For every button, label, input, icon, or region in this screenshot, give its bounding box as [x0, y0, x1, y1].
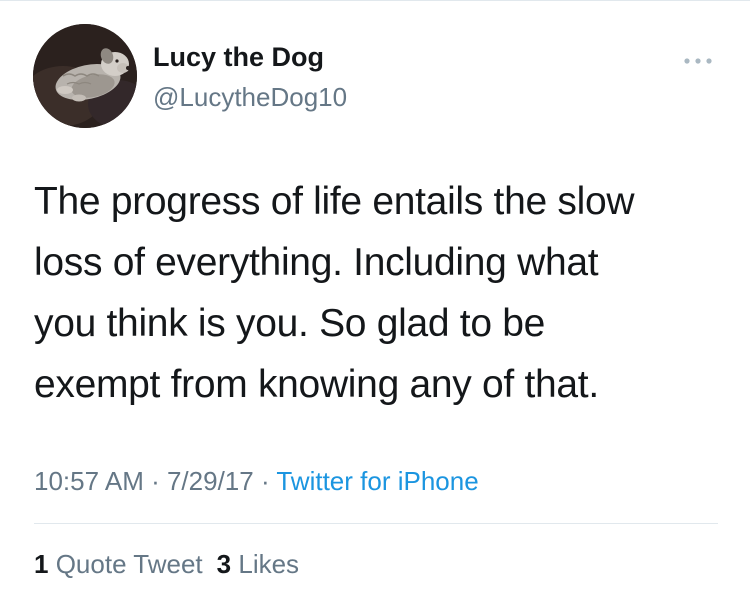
avatar-image [33, 24, 137, 128]
tweet-source-link[interactable]: Twitter for iPhone [276, 466, 478, 496]
tweet-card: Lucy the Dog @LucytheDog10 The progress … [0, 0, 750, 604]
quote-label: Quote Tweet [55, 549, 203, 579]
tweet-text: The progress of life entails the slow lo… [34, 171, 724, 415]
like-label: Likes [238, 549, 300, 579]
tweet-text-line: loss of everything. Including what [34, 241, 599, 284]
author-name[interactable]: Lucy the Dog [153, 42, 324, 73]
tweet-stats: 1 Quote Tweet 3 Likes [34, 549, 299, 580]
stats-divider [34, 523, 718, 524]
meta-separator: · [143, 466, 167, 496]
quote-count: 1 [34, 549, 49, 579]
meta-separator: · [253, 466, 277, 496]
like-count: 3 [216, 549, 232, 579]
avatar[interactable] [33, 24, 137, 128]
likes-stat[interactable]: 3 Likes [217, 549, 299, 579]
more-dots-icon [684, 58, 712, 64]
quote-tweets-stat[interactable]: 1 Quote Tweet [34, 549, 203, 579]
tweet-time[interactable]: 10:57 AM [34, 466, 144, 496]
author-handle[interactable]: @LucytheDog10 [153, 82, 347, 113]
tweet-date[interactable]: 7/29/17 [167, 466, 254, 496]
tweet-text-line: exempt from knowing any of that. [34, 363, 599, 406]
tweet-text-line: you think is you. So glad to be [34, 302, 546, 345]
tweet-text-line: The progress of life entails the slow [34, 180, 635, 223]
tweet-meta: 10:57 AM · 7/29/17 · Twitter for iPhone [34, 466, 479, 497]
more-options-button[interactable] [680, 50, 716, 72]
